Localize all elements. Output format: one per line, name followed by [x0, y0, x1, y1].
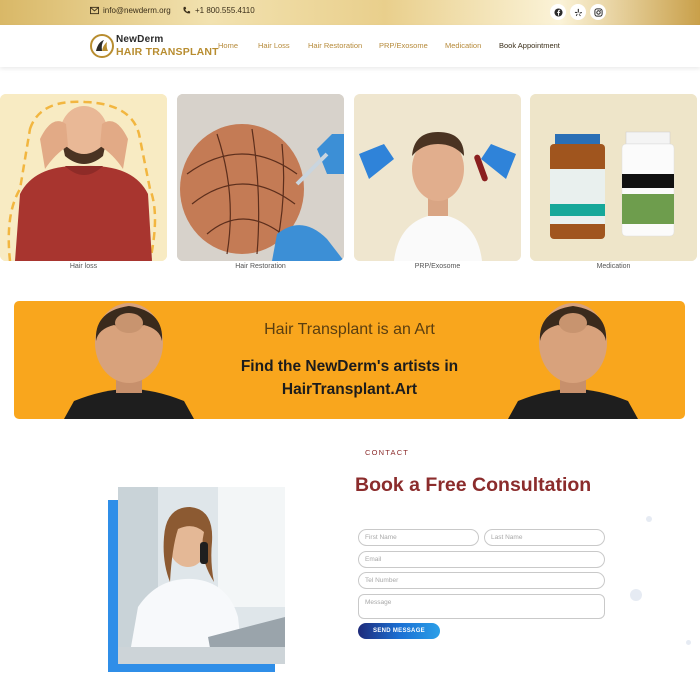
doctor-on-phone-photo	[118, 487, 285, 664]
service-label-medication: Medication	[596, 263, 631, 270]
send-message-button[interactable]: SEND MESSAGE	[358, 623, 440, 639]
hair-loss-photo	[0, 94, 167, 261]
banner-title: Hair Transplant is an Art	[264, 321, 435, 338]
logo-brand-name: NewDerm	[116, 34, 164, 45]
service-card-hair-loss[interactable]	[0, 94, 167, 261]
nav-medication[interactable]: Medication	[445, 41, 481, 50]
last-name-field[interactable]	[484, 529, 605, 546]
prp-exosome-photo	[354, 94, 521, 261]
logo-emblem-icon	[90, 34, 114, 58]
contact-kicker: CONTACT	[365, 448, 410, 457]
service-label-hair-loss: Hair loss	[69, 263, 98, 270]
email-text: info@newderm.org	[103, 6, 171, 15]
decorative-dot	[646, 516, 652, 522]
facebook-button[interactable]	[550, 4, 566, 20]
message-field[interactable]	[358, 594, 605, 619]
phone-text: +1 800.555.4110	[195, 6, 255, 15]
phone-contact[interactable]: +1 800.555.4110	[182, 6, 255, 15]
email-field[interactable]	[358, 551, 605, 568]
service-label-prp-exosome: PRP/Exosome	[414, 263, 461, 270]
hair-transplant-art-banner[interactable]: Hair Transplant is an Art Find the NewDe…	[14, 301, 685, 419]
nav-book-appointment[interactable]: Book Appointment	[499, 41, 560, 50]
banner-link-text[interactable]: HairTransplant.Art	[14, 381, 685, 399]
nav-home[interactable]: Home	[218, 41, 238, 50]
yelp-button[interactable]	[570, 4, 586, 20]
service-card-medication[interactable]	[530, 94, 697, 261]
instagram-icon	[593, 7, 603, 17]
instagram-button[interactable]	[590, 4, 606, 20]
nav-hair-loss[interactable]: Hair Loss	[258, 41, 290, 50]
decorative-dot	[686, 640, 691, 645]
top-bar: info@newderm.org +1 800.555.4110	[0, 0, 700, 25]
first-name-field[interactable]	[358, 529, 479, 546]
facebook-icon	[553, 7, 563, 17]
decorative-dot	[630, 589, 642, 601]
medication-photo	[530, 94, 697, 261]
service-label-hair-restoration: Hair Restoration	[235, 263, 286, 270]
phone-icon	[183, 6, 191, 14]
email-contact[interactable]: info@newderm.org	[90, 6, 171, 15]
mail-icon	[90, 6, 99, 15]
service-card-hair-restoration[interactable]	[177, 94, 344, 261]
banner-subtitle: Find the NewDerm's artists in	[240, 358, 459, 375]
nav-hair-restoration[interactable]: Hair Restoration	[308, 41, 362, 50]
tel-number-field[interactable]	[358, 572, 605, 589]
contact-title: Book a Free Consultation	[355, 474, 592, 496]
yelp-icon	[574, 8, 582, 16]
hair-restoration-photo	[177, 94, 344, 261]
nav-prp-exosome[interactable]: PRP/Exosome	[379, 41, 428, 50]
logo-tagline: HAIR TRANSPLANT	[116, 46, 219, 58]
service-card-prp-exosome[interactable]	[354, 94, 521, 261]
site-header: NewDerm HAIR TRANSPLANT Home Hair Loss H…	[0, 25, 700, 67]
site-logo[interactable]: NewDerm HAIR TRANSPLANT	[90, 33, 219, 61]
